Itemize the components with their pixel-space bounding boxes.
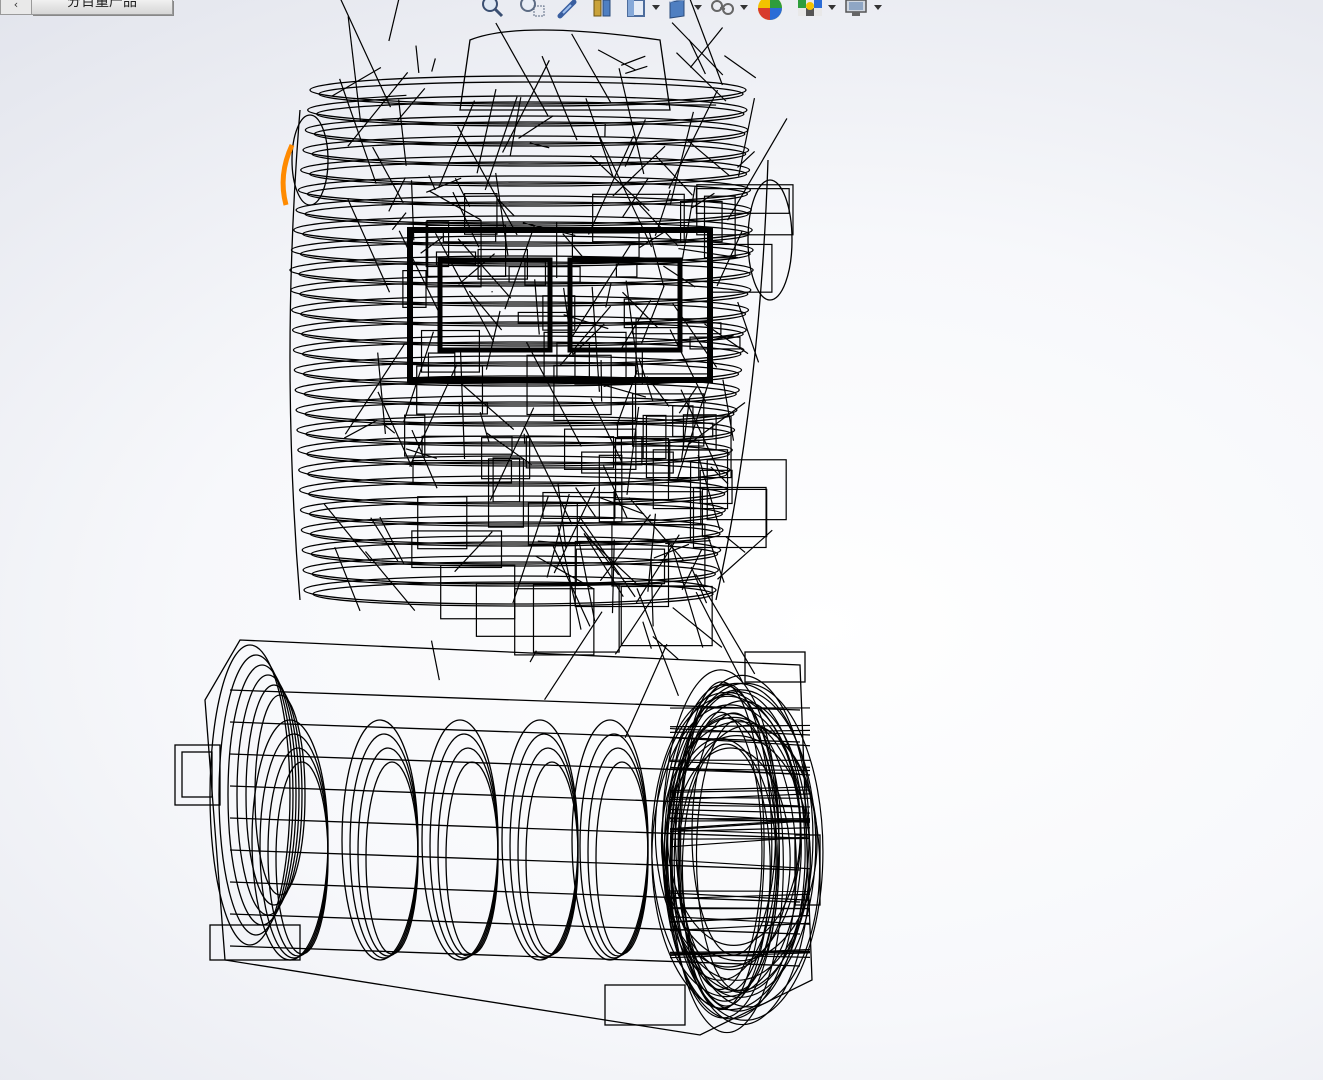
- crankshaft-edge: [421, 719, 499, 961]
- internal-edge: [628, 497, 685, 562]
- internal-edge: [475, 582, 571, 637]
- internal-edge: [518, 115, 554, 139]
- cylinder-head-edge: [747, 179, 793, 301]
- internal-edge: [431, 58, 436, 72]
- crankshaft-edge: [501, 719, 579, 961]
- internal-edge: [625, 65, 648, 74]
- crankshaft-edge: [587, 747, 649, 957]
- gear-tooth-edge: [669, 808, 811, 814]
- internal-edge: [571, 33, 612, 104]
- selected-edge-highlight[interactable]: [280, 143, 295, 206]
- crankshaft-edge: [341, 719, 419, 961]
- internal-edge: [579, 525, 620, 576]
- gear-tooth-edge: [669, 907, 811, 910]
- internal-edge: [688, 39, 706, 75]
- internal-edge: [430, 640, 440, 681]
- internal-edge: [725, 536, 746, 553]
- internal-edge: [615, 263, 638, 278]
- mount-edge: [604, 984, 686, 1026]
- internal-edge: [541, 55, 578, 141]
- crankshaft-edge: [365, 761, 419, 955]
- internal-edge: [553, 364, 637, 422]
- internal-edge: [727, 118, 788, 221]
- crankshaft-edge: [349, 733, 419, 959]
- internal-edge: [695, 591, 743, 683]
- internal-edge: [689, 27, 724, 68]
- internal-edge: [676, 52, 727, 102]
- internal-edge: [347, 16, 362, 122]
- internal-edge: [398, 99, 407, 166]
- internal-edge: [347, 71, 409, 147]
- graphics-area[interactable]: ‹ 分百量产品: [0, 0, 1323, 1080]
- shaft-end-edge: [181, 751, 213, 798]
- internal-edge: [636, 588, 679, 697]
- internal-edge: [701, 488, 768, 538]
- internal-edge: [652, 636, 679, 660]
- internal-edge: [388, 177, 406, 212]
- internal-edge: [415, 45, 420, 73]
- internal-edge: [650, 557, 654, 627]
- crankcase-edge: [229, 753, 801, 775]
- crankcase-edge: [229, 849, 801, 871]
- crankcase-edge: [229, 881, 801, 903]
- wireframe-edges: [174, 29, 821, 1036]
- internal-edge: [532, 583, 620, 653]
- crankshaft-edge: [437, 747, 499, 957]
- internal-edge: [689, 0, 723, 86]
- internal-edge: [388, 0, 400, 42]
- internal-edge: [416, 365, 484, 415]
- internal-edge: [642, 621, 652, 649]
- internal-edge: [440, 564, 516, 620]
- crankshaft-edge: [571, 719, 649, 961]
- internal-edge: [724, 55, 757, 79]
- crankshaft-edge: [595, 761, 649, 955]
- internal-edge: [695, 573, 756, 675]
- crankcase-edge: [229, 689, 801, 711]
- flange-edge: [209, 644, 291, 946]
- cooling-fin-edge: [303, 575, 717, 605]
- internal-edge: [372, 146, 404, 204]
- internal-edge: [340, 0, 392, 108]
- crankshaft-edge: [357, 747, 419, 957]
- engine-wireframe-model[interactable]: [0, 0, 1323, 1080]
- cylinder-head-edge: [291, 114, 329, 206]
- crankshaft-edge: [429, 733, 499, 959]
- internal-edge: [597, 49, 636, 71]
- internal-edge: [323, 503, 372, 562]
- internal-edge: [514, 588, 595, 656]
- internal-edge: [687, 140, 731, 177]
